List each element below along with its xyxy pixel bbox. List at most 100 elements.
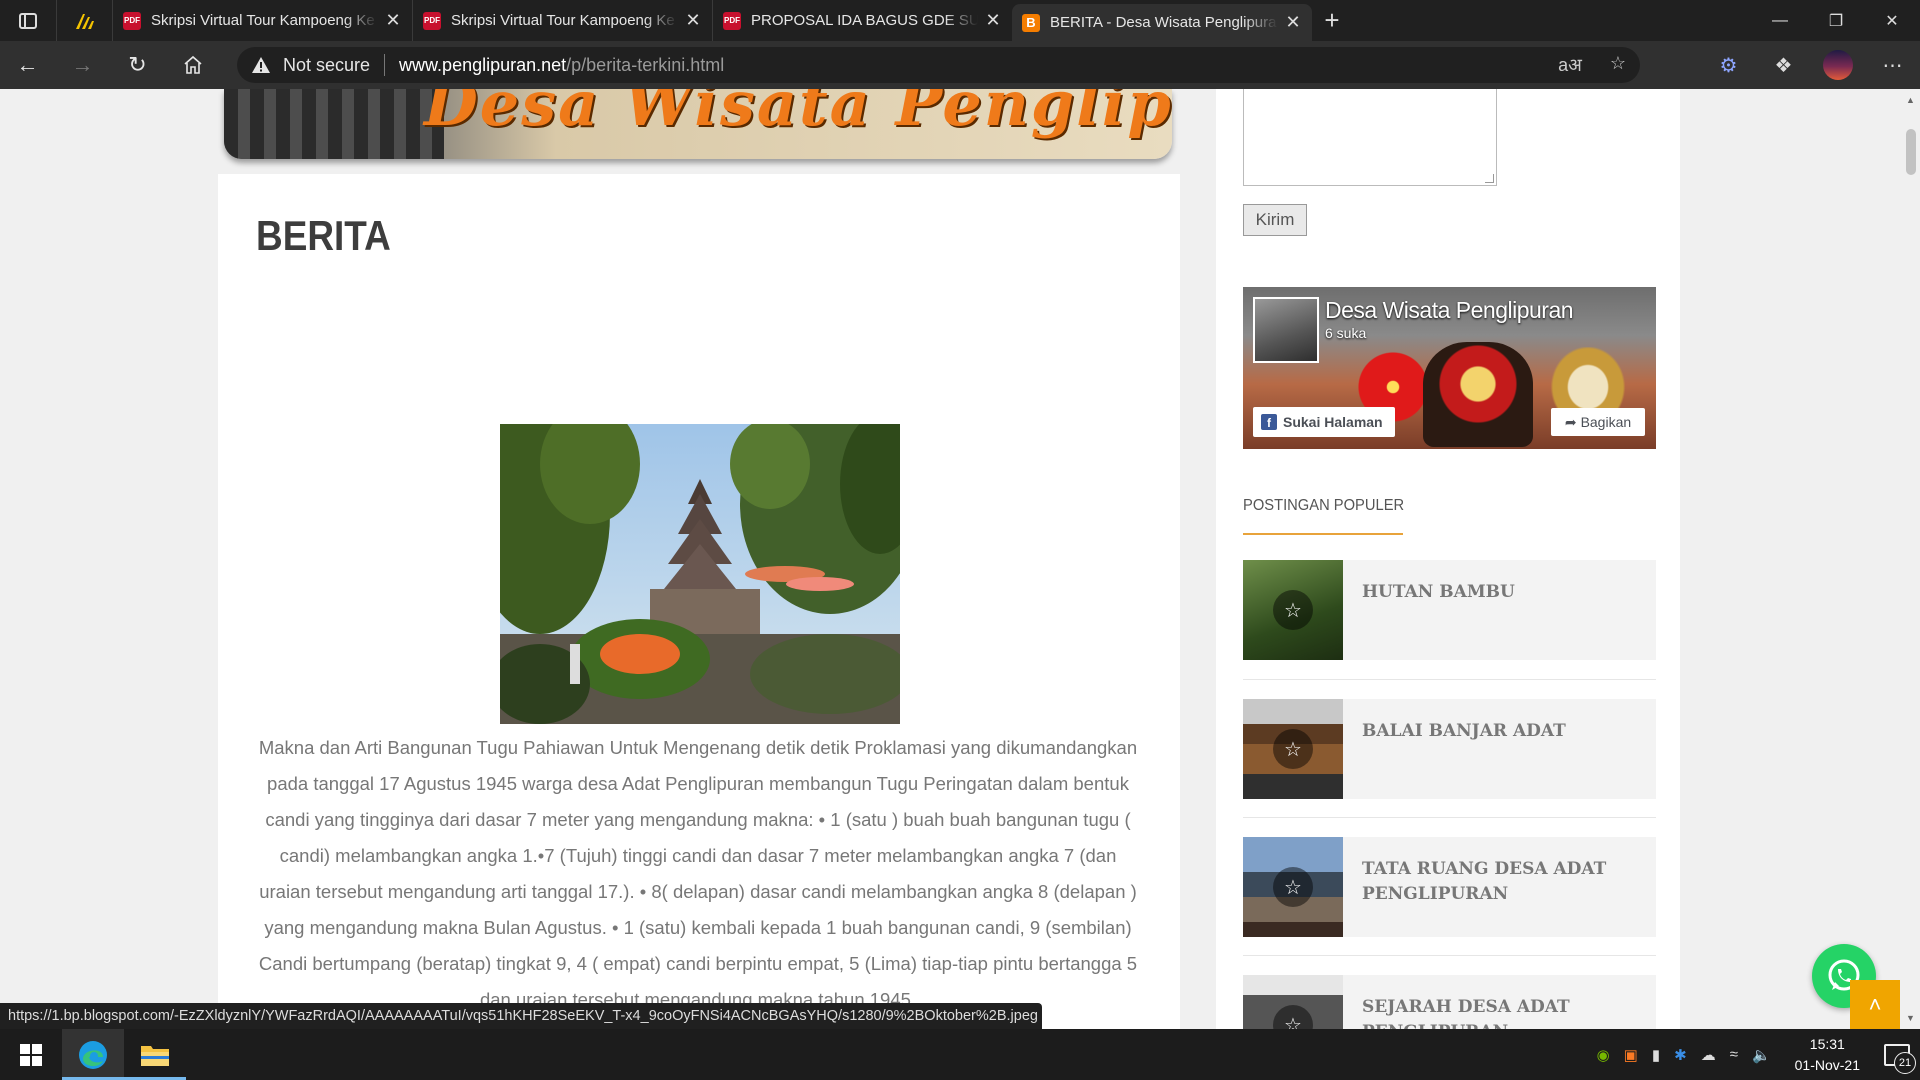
fb-page-thumbnail[interactable] [1253,297,1319,363]
pdf-icon: PDF [423,11,441,30]
favorite-add-icon[interactable]: ☆ [1610,53,1626,77]
fb-share-button[interactable]: ➦ Bagikan [1551,408,1645,436]
clock-date: 01-Nov-21 [1794,1056,1860,1073]
address-bar[interactable]: Not secure www.penglipuran.net/p/berita-… [237,47,1640,83]
clock[interactable]: 15:31 01-Nov-21 [1795,1034,1860,1076]
fb-like-count: 6 suka [1325,325,1367,341]
toolbar-extensions: ⚙ ❖ ⋯ [1701,41,1920,89]
sidebar: Kirim Desa Wisata Penglipuran 6 suka f S… [1216,89,1680,1029]
fb-like-button[interactable]: f Sukai Halaman [1253,407,1395,437]
volume-icon[interactable]: 🔈 [1752,1046,1771,1064]
fb-share-label: Bagikan [1580,414,1632,430]
tab-close-icon[interactable]: ✕ [684,10,702,31]
tab-2[interactable]: PDF Skripsi Virtual Tour Kampoeng Ke ✕ [412,0,712,41]
back-icon[interactable]: ← [0,41,55,89]
tab-3[interactable]: PDF PROPOSAL IDA BAGUS GDE SUT ✕ [712,0,1012,41]
popular-post-item[interactable]: ☆ HUTAN BAMBU [1243,560,1656,660]
tab-close-icon[interactable]: ✕ [1284,12,1302,33]
cloud-icon[interactable]: ☁ [1701,1046,1716,1064]
message-textarea[interactable] [1243,89,1497,186]
scroll-up-icon[interactable]: ▲ [1906,95,1915,105]
more-menu-icon[interactable]: ⋯ [1865,53,1920,78]
taskbar-edge[interactable] [62,1029,124,1080]
refresh-icon[interactable]: ↻ [110,41,165,89]
fb-like-label: Sukai Halaman [1283,414,1383,430]
popular-post-item[interactable]: ☆ BALAI BANJAR ADAT [1243,699,1656,799]
popular-post-title[interactable]: BALAI BANJAR ADAT [1362,719,1642,744]
profile-avatar[interactable] [1823,50,1853,80]
warning-icon [252,57,270,73]
browser-tab-bar: PDF Skripsi Virtual Tour Kampoeng Ke ✕ P… [0,0,1920,41]
window-controls: — ❐ ✕ [1752,0,1920,41]
pinned-app-icon [75,13,94,29]
tab-title: BERITA - Desa Wisata Penglipuran [1050,14,1278,31]
blogger-icon: B [1022,13,1040,32]
battery-icon[interactable]: ▮ [1652,1046,1660,1064]
popular-post-title[interactable]: TATA RUANG DESA ADAT PENGLIPURAN [1362,857,1642,907]
system-tray: ◉ ▣ ▮ ✱ ☁ ≈ 🔈 15:31 01-Nov-21 21 [1597,1034,1920,1076]
post-title: BERITA [256,212,391,259]
star-icon: ☆ [1273,867,1313,907]
popular-posts-heading: POSTINGAN POPULER [1243,497,1405,514]
nvidia-icon[interactable]: ◉ [1597,1046,1610,1064]
tab-close-icon[interactable]: ✕ [984,10,1002,31]
post-body-text: Makna dan Arti Bangunan Tugu Pahiawan Un… [258,737,1138,1010]
popular-post-title[interactable]: SEJARAH DESA ADAT PENGLIPURAN [1362,995,1642,1029]
tab-actions-icon [19,12,37,29]
clock-time: 15:31 [1809,1035,1845,1052]
close-window-icon[interactable]: ✕ [1864,0,1920,41]
site-logo-text: Desa Wisata Penglipuran [424,89,1172,140]
read-aloud-icon[interactable]: aअ [1558,53,1582,77]
edge-icon [79,1040,107,1069]
folder-icon [141,1045,169,1066]
heading-underline [1243,533,1403,535]
temple-photo [500,424,900,724]
submit-button[interactable]: Kirim [1243,204,1307,236]
star-icon: ☆ [1273,729,1313,769]
star-icon: ☆ [1273,590,1313,630]
divider [1243,679,1656,680]
xampp-icon[interactable]: ▣ [1624,1046,1638,1064]
tab-title: Skripsi Virtual Tour Kampoeng Ke [151,12,375,29]
tab-title: Skripsi Virtual Tour Kampoeng Ke [451,12,675,29]
site-banner[interactable]: Desa Wisata Penglipuran [224,89,1172,159]
scroll-down-icon[interactable]: ▼ [1906,1013,1915,1023]
facebook-page-widget[interactable]: Desa Wisata Penglipuran 6 suka f Sukai H… [1243,287,1656,449]
tab-1[interactable]: PDF Skripsi Virtual Tour Kampoeng Ke ✕ [112,0,412,41]
restore-icon[interactable]: ❐ [1808,0,1864,41]
popular-post-item[interactable]: ☆ SEJARAH DESA ADAT PENGLIPURAN [1243,975,1656,1029]
facebook-icon: f [1261,414,1277,430]
forward-icon[interactable]: → [55,41,110,89]
home-icon[interactable] [165,41,220,89]
notification-center-icon[interactable]: 21 [1884,1043,1916,1074]
windows-logo-icon [20,1043,42,1066]
separator [384,54,386,76]
chevron-up-icon: ˄ [1868,992,1882,1017]
bluetooth-icon[interactable]: ✱ [1674,1046,1687,1064]
start-button[interactable] [0,1029,62,1080]
extension-gear-icon[interactable]: ⚙ [1701,53,1756,78]
security-label[interactable]: Not secure [283,55,370,76]
wifi-icon[interactable]: ≈ [1730,1046,1738,1063]
page-scrollbar[interactable]: ▲ ▼ [1902,89,1920,1029]
tab-active[interactable]: B BERITA - Desa Wisata Penglipuran ✕ [1012,4,1312,41]
divider [1243,817,1656,818]
scrollbar-thumb[interactable] [1906,129,1916,175]
page-viewport: Desa Wisata Penglipuran BERITA [0,89,1902,1029]
url-host: www.penglipuran.net [399,54,567,75]
post-image[interactable] [500,424,900,724]
new-tab-button[interactable]: + [1312,5,1352,36]
popular-post-item[interactable]: ☆ TATA RUANG DESA ADAT PENGLIPURAN [1243,837,1656,937]
extensions-puzzle-icon[interactable]: ❖ [1756,53,1811,78]
back-to-top-button[interactable]: ˄ [1850,980,1900,1030]
popular-post-title[interactable]: HUTAN BAMBU [1362,580,1642,605]
barong-mask-graphic [1423,342,1533,447]
taskbar-file-explorer[interactable] [124,1029,186,1080]
tab-pinned[interactable] [56,0,112,41]
tab-actions-button[interactable] [0,0,56,41]
minimize-icon[interactable]: — [1752,0,1808,41]
fb-page-name[interactable]: Desa Wisata Penglipuran [1325,297,1574,324]
tab-close-icon[interactable]: ✕ [384,10,402,31]
post-content: BERITA Makna dan Arti Bangunan Tugu Pahi… [218,174,1180,1029]
browser-toolbar: ← → ↻ Not secure www.penglipuran.net/p/b… [0,41,1920,89]
